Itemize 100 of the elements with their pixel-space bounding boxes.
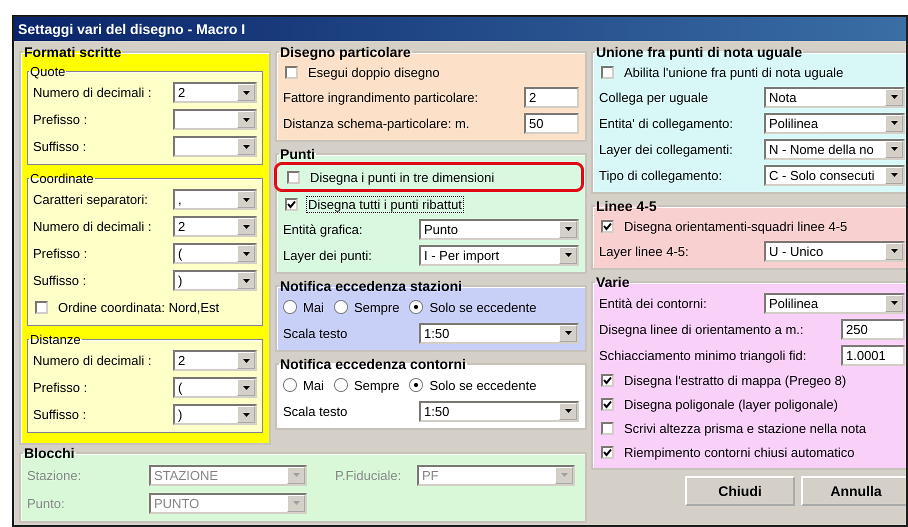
dropdown[interactable]: Punto <box>419 218 579 240</box>
radio-button[interactable] <box>283 300 297 314</box>
radio-label[interactable]: Mai <box>303 300 324 314</box>
dropdown[interactable]: ( <box>173 243 257 264</box>
field-label: Punto: <box>27 496 65 510</box>
checkbox[interactable] <box>285 66 298 78</box>
caret-icon[interactable] <box>885 242 903 260</box>
dropdown[interactable]: C - Solo consecuti <box>764 164 905 186</box>
dropdown[interactable]: , <box>173 189 257 210</box>
radio-button[interactable] <box>334 378 348 392</box>
dropdown[interactable]: Polilinea <box>764 112 905 134</box>
checkbox-label[interactable]: Disegna orientamenti-squadri linee 4-5 <box>622 218 850 234</box>
checkbox-label[interactable]: Disegna tutti i punti ribattut <box>306 196 464 212</box>
radio-button[interactable] <box>409 300 424 314</box>
caret-icon[interactable] <box>237 218 255 235</box>
group-title: Varie <box>595 274 630 290</box>
checkbox-label[interactable]: Disegna poligonale (layer poligonale) <box>622 396 840 412</box>
checkbox[interactable] <box>285 198 298 210</box>
caret-icon[interactable] <box>559 220 577 238</box>
checkbox-label[interactable]: Ordine coordinata: Nord,Est <box>56 299 222 316</box>
field-label: Scala testo <box>283 404 348 418</box>
dialog-button[interactable]: Annulla <box>801 476 906 506</box>
checkbox[interactable] <box>601 422 614 434</box>
checkbox[interactable] <box>601 374 614 386</box>
group-title: Blocchi <box>23 445 76 461</box>
dropdown[interactable]: ( <box>173 377 257 398</box>
caret-icon[interactable] <box>885 294 903 312</box>
caret-icon[interactable] <box>885 140 903 158</box>
field-label: Numero di decimali : <box>33 85 152 100</box>
checkbox-label[interactable]: Disegna l'estratto di mappa (Pregeo 8) <box>622 372 848 388</box>
group-title: Punti <box>279 146 316 162</box>
caret-icon[interactable] <box>237 138 255 155</box>
checkbox[interactable] <box>35 301 48 314</box>
caret-icon[interactable] <box>237 379 255 396</box>
field-label: Distanza schema-particolare: m. <box>283 116 470 130</box>
checkbox-label[interactable]: Esegui doppio disegno <box>306 64 442 80</box>
dropdown[interactable]: Nota <box>764 86 905 108</box>
radio-button[interactable] <box>283 378 297 392</box>
radio-button[interactable] <box>334 300 348 314</box>
text-field[interactable]: 2 <box>524 86 579 108</box>
radio-label[interactable]: Sempre <box>354 300 400 314</box>
group-title: Linee 4-5 <box>595 198 658 214</box>
radio-label[interactable]: Sempre <box>354 378 400 392</box>
checkbox-label[interactable]: Scrivi altezza prisma e stazione nella nota <box>622 420 868 436</box>
field-label: Entità dei contorni: <box>599 296 707 310</box>
checkbox-label[interactable]: Riempimento contorni chiusi automatico <box>622 444 856 460</box>
dropdown[interactable]: 1:50 <box>419 322 579 344</box>
window-title: Settaggi vari del disegno - Macro I <box>18 21 246 37</box>
caret-icon[interactable] <box>559 246 577 264</box>
dropdown[interactable] <box>173 136 257 157</box>
checkbox[interactable] <box>601 446 614 458</box>
dropdown[interactable]: 1:50 <box>419 400 579 422</box>
field-label: Suffisso : <box>33 273 86 288</box>
caret-icon[interactable] <box>559 324 577 342</box>
checkbox[interactable] <box>601 220 614 232</box>
dropdown[interactable]: ) <box>173 404 257 425</box>
caret-icon[interactable] <box>237 191 255 208</box>
text-field[interactable]: 1.0001 <box>841 344 905 366</box>
radio-label[interactable]: Mai <box>303 378 324 392</box>
text-field[interactable]: 50 <box>524 112 579 134</box>
checkbox-label[interactable]: Disegna i punti in tre dimensioni <box>308 168 496 186</box>
field-label: Stazione: <box>27 468 82 482</box>
dropdown[interactable]: 2 <box>173 82 257 103</box>
caret-icon[interactable] <box>237 111 255 128</box>
radio-label[interactable]: Solo se eccedente <box>429 300 536 314</box>
caret-icon[interactable] <box>885 114 903 132</box>
text-field[interactable]: 250 <box>841 318 905 340</box>
dropdown[interactable] <box>173 109 257 130</box>
checkbox-label[interactable]: Abilita l'unione fra punti di nota uguale <box>622 64 846 80</box>
caret-icon[interactable] <box>885 88 903 106</box>
dropdown[interactable]: 2 <box>173 216 257 237</box>
field-label: Disegna linee di orientamento a m.: <box>599 322 804 336</box>
caret-icon[interactable] <box>237 406 255 423</box>
caret-icon[interactable] <box>237 84 255 101</box>
field-label: Suffisso : <box>33 407 86 422</box>
field-label: Tipo di collegamento: <box>599 168 722 182</box>
dialog-button[interactable]: Chiudi <box>685 476 795 506</box>
radio-label[interactable]: Solo se eccedente <box>429 378 536 392</box>
dropdown[interactable]: Polilinea <box>764 292 905 314</box>
caret-icon[interactable] <box>559 402 577 420</box>
field-label: Entita' di collegamento: <box>599 116 734 130</box>
field-label: Numero di decimali : <box>33 353 152 368</box>
caret-icon[interactable] <box>237 352 255 369</box>
dropdown[interactable]: U - Unico <box>764 240 905 262</box>
field-label: Schiacciamento minimo triangoli fid: <box>599 348 806 362</box>
checkbox[interactable] <box>601 398 614 410</box>
radio-button[interactable] <box>409 378 424 392</box>
field-label: Entità grafica: <box>283 222 362 236</box>
checkbox[interactable] <box>287 170 300 184</box>
field-label: Scala testo <box>283 326 348 340</box>
dropdown[interactable]: ) <box>173 270 257 291</box>
caret-icon[interactable] <box>885 166 903 184</box>
dropdown[interactable]: I - Per import <box>419 244 579 266</box>
dropdown[interactable]: 2 <box>173 350 257 371</box>
caret-icon[interactable] <box>237 245 255 262</box>
field-label: Layer linee 4-5: <box>599 244 689 258</box>
checkbox[interactable] <box>601 66 614 78</box>
dropdown[interactable]: N - Nome della no <box>764 138 905 160</box>
caret-icon[interactable] <box>237 272 255 289</box>
field-label: Caratteri separatori: <box>33 192 148 207</box>
